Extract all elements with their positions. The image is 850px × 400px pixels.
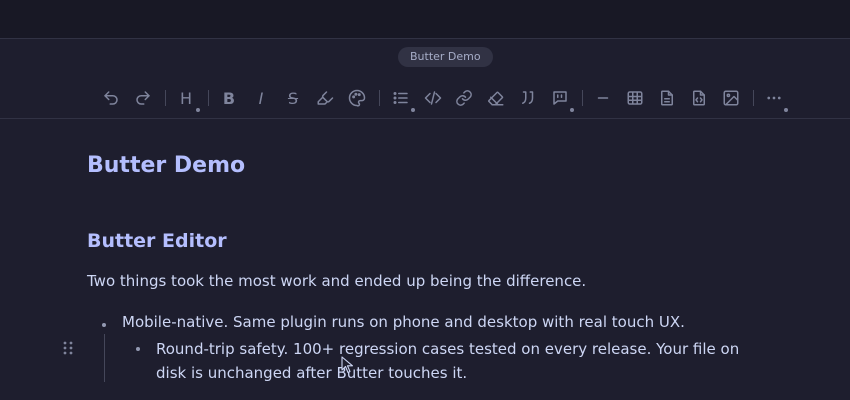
color-button[interactable] [345, 86, 369, 110]
image-icon [723, 90, 739, 106]
strikethrough-button[interactable]: S [281, 86, 305, 110]
callout-button[interactable] [548, 86, 574, 112]
callout-icon [553, 91, 567, 105]
toolbar-area: Butter Demo H B I S [0, 39, 850, 119]
document-title: Butter Demo [87, 153, 246, 178]
horizontal-rule-button[interactable] [591, 86, 615, 110]
nested-list-item: Round-trip safety. 100+ regression cases… [156, 340, 740, 382]
code-icon [424, 91, 442, 105]
editor-content[interactable]: Butter Demo Butter Editor Two things too… [0, 120, 850, 400]
bold-button[interactable]: B [217, 86, 241, 110]
strikethrough-icon: S [287, 88, 299, 108]
redo-button[interactable] [131, 86, 155, 110]
link-icon [456, 90, 472, 106]
code-button[interactable] [421, 86, 445, 110]
dropdown-indicator [411, 108, 415, 112]
toolbar-separator [165, 90, 166, 106]
table-icon [627, 91, 643, 105]
italic-button[interactable]: I [249, 86, 273, 110]
section-heading: Butter Editor [87, 230, 227, 252]
dropdown-indicator [196, 108, 200, 112]
titlebar [0, 0, 850, 39]
quote-button[interactable] [516, 86, 540, 110]
palette-icon [348, 89, 366, 107]
list-item: Mobile-native. Same plugin runs on phone… [122, 313, 685, 331]
more-button[interactable] [762, 86, 788, 112]
more-icon [767, 96, 781, 100]
dropdown-indicator [570, 108, 574, 112]
document-tab[interactable]: Butter Demo [398, 47, 493, 67]
undo-button[interactable] [99, 86, 123, 110]
nesting-guide [104, 334, 105, 382]
italic-icon: I [258, 88, 264, 108]
highlighter-icon [317, 91, 334, 105]
clear-format-button[interactable] [484, 86, 508, 110]
toolbar-separator [753, 90, 754, 106]
heading-icon: H [179, 88, 193, 108]
link-button[interactable] [452, 86, 476, 110]
code-block-button[interactable] [687, 86, 711, 110]
horizontal-rule-icon [597, 97, 609, 99]
list-button[interactable] [389, 86, 415, 112]
paragraph: Two things took the most work and ended … [87, 272, 587, 290]
toolbar-separator [582, 90, 583, 106]
mouse-cursor-icon [341, 356, 354, 374]
table-button[interactable] [623, 86, 647, 110]
drag-handle-icon[interactable] [62, 340, 74, 356]
heading-button[interactable]: H [174, 86, 200, 112]
undo-icon [104, 91, 118, 105]
document-icon [661, 90, 673, 106]
editor-app: Butter Demo H B I S Butter Demo Butter E… [0, 0, 850, 400]
toolbar-separator [208, 90, 209, 106]
bullet-icon [102, 323, 106, 327]
highlight-button[interactable] [313, 86, 337, 110]
document-button[interactable] [655, 86, 679, 110]
bold-icon: B [222, 88, 236, 108]
redo-icon [136, 91, 150, 105]
toolbar-separator [379, 90, 380, 106]
eraser-icon [488, 91, 504, 106]
code-file-icon [693, 90, 705, 106]
dropdown-indicator [784, 108, 788, 112]
list-icon [393, 92, 408, 104]
image-button[interactable] [719, 86, 743, 110]
bullet-icon [136, 347, 140, 351]
quote-icon [522, 91, 534, 104]
